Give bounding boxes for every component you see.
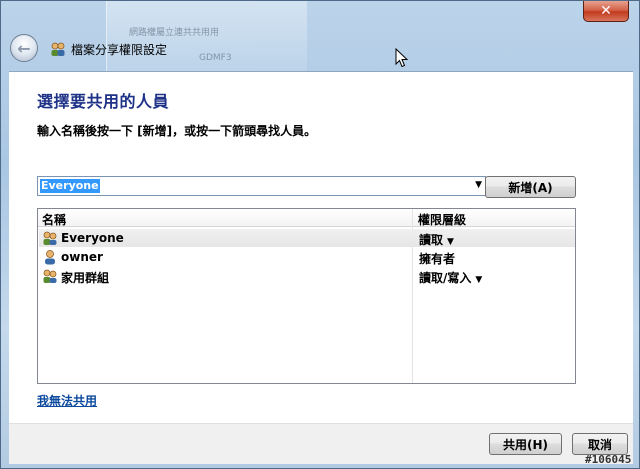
user-icon [45, 250, 55, 265]
list-item-name: owner [61, 250, 103, 264]
share-button[interactable]: 共用(H) [489, 433, 562, 455]
close-icon: ✕ [600, 3, 612, 19]
people-list[interactable]: 名稱 權限層級 Everyone 讀取 ▼ owner 擁有者 家用群組 讀取/… [37, 208, 576, 384]
cancel-button[interactable]: 取消 [572, 433, 628, 455]
dropdown-arrow-icon[interactable]: ▼ [475, 180, 482, 190]
back-button[interactable]: ← [10, 34, 38, 62]
back-arrow-icon: ← [17, 38, 31, 58]
list-item-everyone[interactable]: Everyone 讀取 ▼ [39, 229, 575, 247]
list-item-name: Everyone [61, 231, 124, 245]
share-people-icon [51, 42, 65, 56]
background-text-2: GDMF3 [199, 53, 232, 63]
close-button[interactable]: ✕ [583, 1, 629, 22]
column-header-name[interactable]: 名稱 [42, 211, 66, 228]
dropdown-arrow-icon[interactable]: ▼ [447, 237, 454, 247]
mouse-cursor-icon [395, 48, 409, 68]
background-text-1: 網路權屬立連共共用用 [129, 28, 220, 38]
group-icon [43, 269, 57, 283]
name-combobox[interactable]: Everyone ▼ [37, 176, 486, 196]
list-item-name: 家用群組 [61, 271, 110, 285]
help-link[interactable]: 我無法共用 [37, 392, 97, 409]
window-title: 檔案分享權限設定 [71, 43, 168, 57]
permission-value: 讀取/寫入 [419, 271, 472, 285]
watermark-text: #106045 [585, 453, 632, 466]
list-item-homegroup[interactable]: 家用群組 讀取/寫入 ▼ [39, 267, 575, 285]
permission-dropdown-homegroup[interactable]: 讀取/寫入 ▼ [419, 269, 482, 286]
list-item-owner[interactable]: owner 擁有者 [39, 248, 575, 266]
group-icon [43, 231, 57, 245]
dropdown-arrow-icon[interactable]: ▼ [475, 275, 482, 285]
permission-value: 擁有者 [419, 252, 456, 266]
name-input-value[interactable]: Everyone [40, 179, 100, 193]
permission-value: 讀取 [419, 233, 444, 247]
add-button[interactable]: 新增(A) [485, 176, 576, 198]
list-header: 名稱 權限層級 [38, 209, 575, 227]
dialog-footer: 共用(H) 取消 [9, 423, 633, 464]
instruction-text: 輸入名稱後按一下 [新增]，或按一下箭頭尋找人員。 [37, 124, 317, 138]
column-header-permission[interactable]: 權限層級 [418, 211, 466, 228]
dialog-content: 選擇要共用的人員 輸入名稱後按一下 [新增]，或按一下箭頭尋找人員。 Every… [9, 71, 633, 424]
page-title: 選擇要共用的人員 [37, 92, 170, 111]
permission-dropdown-everyone[interactable]: 讀取 ▼ [419, 231, 454, 248]
dialog-window: 網路權屬立連共共用用 GDMF3 ✕ ← 檔案分享權限設定 選擇要共用的人員 輸… [0, 0, 640, 469]
